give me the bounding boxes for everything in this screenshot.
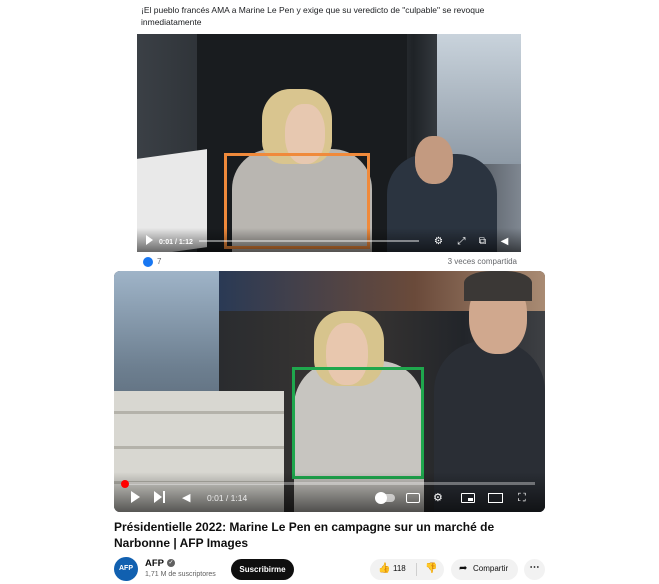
bystander-hair [464, 271, 532, 301]
volume-icon[interactable]: ◀ [182, 491, 190, 504]
video-controls: 0:01 / 1:12 ⚙ ⤢ ⧉ ◀ [137, 228, 521, 252]
gear-icon[interactable]: ⚙ [433, 492, 443, 504]
like-button[interactable]: 👍 118 [370, 559, 416, 580]
like-reaction-icon [143, 257, 153, 267]
youtube-video-player[interactable]: ◀ 0:01 / 1:14 ⚙ ⛶ [114, 271, 545, 512]
video-time: 0:01 / 1:14 [207, 493, 248, 503]
thumb-up-icon: 👍 [378, 563, 391, 574]
skip-next-icon[interactable] [154, 491, 166, 503]
green-highlight-box [292, 367, 424, 479]
play-icon[interactable] [131, 491, 140, 503]
share-icon: ➦ [459, 563, 468, 574]
channel-name[interactable]: AFP [145, 558, 164, 569]
bystander-face [415, 136, 453, 184]
progress-bar[interactable] [124, 482, 535, 485]
post-video-player[interactable]: 0:01 / 1:12 ⚙ ⤢ ⧉ ◀ [137, 34, 521, 252]
progress-bar[interactable] [199, 240, 419, 242]
scrubber-handle[interactable] [121, 480, 129, 488]
share-count[interactable]: 3 veces compartida [448, 257, 517, 266]
play-icon[interactable] [146, 235, 153, 245]
fullscreen-icon[interactable]: ⛶ [518, 492, 526, 504]
gear-icon[interactable]: ⚙ [433, 236, 444, 247]
subscribe-button[interactable]: Suscribirme [231, 559, 294, 580]
share-button[interactable]: ➦ Compartir [451, 559, 518, 580]
video-time: 0:01 / 1:12 [159, 239, 193, 246]
dislike-button[interactable]: 👎 [417, 559, 444, 580]
miniplayer-icon[interactable] [461, 493, 475, 503]
post-stats: 7 3 veces compartida [141, 256, 521, 268]
picture-in-picture-icon[interactable]: ⧉ [477, 236, 488, 247]
post-text: ¡El pueblo francés AMA a Marine Le Pen y… [141, 5, 485, 27]
like-count: 118 [393, 564, 406, 573]
toggle-knob [375, 492, 387, 504]
volume-icon[interactable]: ◀ [499, 236, 510, 247]
tray-edge [114, 446, 284, 449]
video-title: Présidentielle 2022: Marine Le Pen en ca… [114, 520, 495, 550]
tray-edge [114, 411, 284, 414]
share-label: Compartir [473, 564, 509, 573]
thumb-down-icon: 👎 [425, 563, 438, 574]
reaction-count[interactable]: 7 [157, 257, 161, 266]
like-dislike-group: 👍 118 👎 [370, 559, 444, 580]
channel-avatar[interactable]: AFP [114, 557, 138, 581]
captions-icon[interactable] [406, 493, 420, 503]
fullscreen-icon[interactable]: ⤢ [456, 236, 467, 247]
theater-icon[interactable] [488, 493, 503, 503]
autoplay-toggle[interactable] [375, 492, 395, 504]
youtube-controls: ◀ 0:01 / 1:14 ⚙ ⛶ [114, 472, 545, 512]
more-actions-button[interactable]: ⋯ [524, 559, 545, 580]
subscriber-count: 1,71 M de suscriptores [145, 571, 216, 578]
verified-icon: ✓ [167, 559, 175, 567]
